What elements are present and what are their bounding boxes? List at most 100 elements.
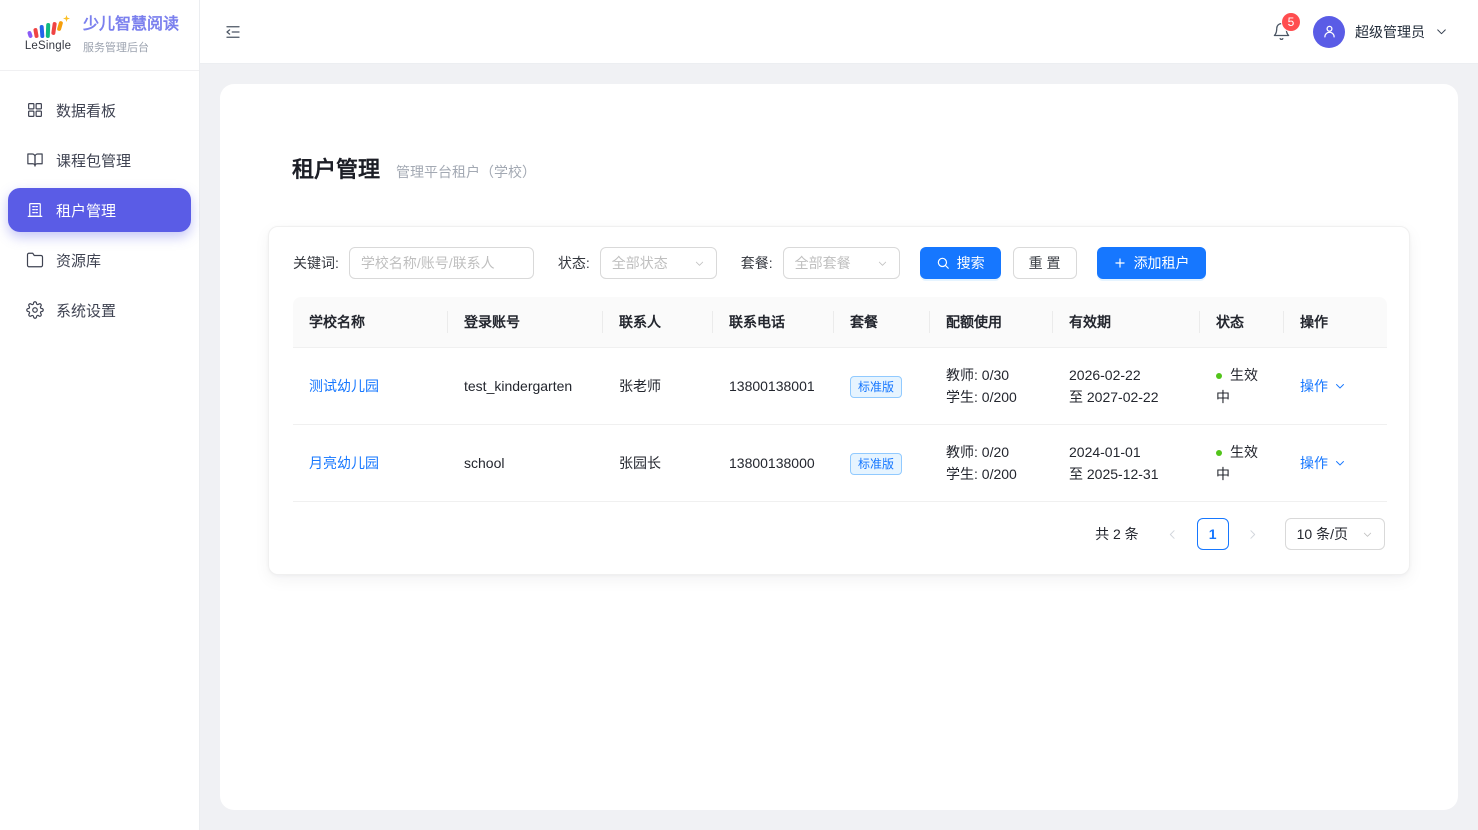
content-area: 租户管理 管理平台租户（学校） 关键词: 状态: 全部状态	[200, 64, 1478, 830]
page-card: 租户管理 管理平台租户（学校） 关键词: 状态: 全部状态	[220, 84, 1458, 810]
phone-cell: 13800138001	[713, 348, 834, 425]
sidebar-item-course-packages[interactable]: 课程包管理	[8, 138, 191, 182]
pagination-total: 共 2 条	[1095, 524, 1139, 544]
page-size-select[interactable]: 10 条/页	[1285, 518, 1385, 550]
status-badge: 生效中	[1216, 444, 1258, 482]
logo-bars-icon	[28, 18, 68, 38]
reset-button[interactable]: 重 置	[1013, 247, 1077, 279]
menu-fold-icon	[224, 23, 242, 41]
sidebar-item-label: 课程包管理	[56, 150, 131, 171]
plan-select-value: 全部套餐	[795, 253, 851, 273]
building-icon	[26, 201, 44, 219]
sidebar-item-label: 系统设置	[56, 300, 116, 321]
account-cell: school	[448, 425, 603, 502]
add-tenant-button[interactable]: 添加租户	[1097, 247, 1206, 279]
status-dot	[1216, 373, 1222, 379]
quota-cell: 教师: 0/20 学生: 0/200	[930, 425, 1053, 502]
sidebar-item-tenants[interactable]: 租户管理	[8, 188, 191, 232]
validity-cell: 2026-02-22 至 2027-02-22	[1053, 348, 1200, 425]
col-phone: 联系电话	[713, 297, 834, 348]
dashboard-icon	[26, 101, 44, 119]
school-name-link[interactable]: 测试幼儿园	[309, 378, 379, 394]
row-actions-dropdown[interactable]: 操作	[1300, 452, 1346, 474]
status-select-value: 全部状态	[612, 253, 668, 273]
status-filter-group: 状态: 全部状态	[558, 247, 717, 279]
chevron-left-icon	[1166, 528, 1179, 541]
page-subtitle: 管理平台租户（学校）	[396, 162, 536, 182]
avatar	[1313, 16, 1345, 48]
notification-badge: 5	[1282, 13, 1300, 31]
sidebar-collapse-button[interactable]	[224, 23, 242, 41]
chevron-down-icon	[1362, 529, 1373, 540]
keyword-filter-group: 关键词:	[293, 247, 534, 279]
plan-select[interactable]: 全部套餐	[783, 247, 900, 279]
user-name: 超级管理员	[1355, 22, 1425, 42]
sidebar-item-resources[interactable]: 资源库	[8, 238, 191, 282]
tenant-panel: 关键词: 状态: 全部状态 套餐:	[268, 226, 1410, 575]
sidebar-item-label: 租户管理	[56, 200, 116, 221]
contact-cell: 张园长	[603, 425, 713, 502]
col-status: 状态	[1200, 297, 1284, 348]
sidebar-item-label: 资源库	[56, 250, 101, 271]
page-title-row: 租户管理 管理平台租户（学校）	[292, 152, 1386, 184]
sidebar-item-label: 数据看板	[56, 100, 116, 121]
main-area: 5 超级管理员 租户管理 管理平台租户（学校）	[200, 0, 1478, 830]
quota-cell: 教师: 0/30 学生: 0/200	[930, 348, 1053, 425]
col-school-name: 学校名称	[293, 297, 448, 348]
pagination: 共 2 条 1 10 条/页	[293, 518, 1385, 550]
topbar: 5 超级管理员	[200, 0, 1478, 64]
school-name-link[interactable]: 月亮幼儿园	[309, 455, 379, 471]
status-select[interactable]: 全部状态	[600, 247, 717, 279]
pagination-page-1[interactable]: 1	[1197, 518, 1229, 550]
filter-bar: 关键词: 状态: 全部状态 套餐:	[293, 247, 1385, 279]
sidebar-item-settings[interactable]: 系统设置	[8, 288, 191, 332]
user-icon	[1321, 23, 1338, 40]
pagination-next-button[interactable]	[1237, 518, 1269, 550]
pagination-prev-button[interactable]	[1157, 518, 1189, 550]
chevron-down-icon	[877, 258, 888, 269]
tenant-table: 学校名称 登录账号 联系人 联系电话 套餐 配额使用 有效期 状态 操作	[293, 297, 1387, 502]
search-button[interactable]: 搜索	[920, 247, 1001, 279]
chevron-down-icon	[1435, 25, 1448, 38]
status-cell: 生效中	[1200, 348, 1284, 425]
page-title: 租户管理	[292, 152, 380, 184]
brand-text: 少儿智慧阅读 服务管理后台	[83, 15, 179, 54]
col-validity: 有效期	[1053, 297, 1200, 348]
notifications-button[interactable]: 5	[1272, 22, 1291, 41]
chevron-down-icon	[1334, 380, 1346, 392]
plan-filter-group: 套餐: 全部套餐	[741, 247, 900, 279]
plan-label: 套餐:	[741, 253, 773, 273]
plus-icon	[1113, 256, 1127, 270]
chevron-right-icon	[1246, 528, 1259, 541]
sidebar-menu: 数据看板 课程包管理 租户管理 资源库 系统设置	[0, 71, 199, 349]
validity-cell: 2024-01-01 至 2025-12-31	[1053, 425, 1200, 502]
logo-mark-icon: LeSingle	[24, 18, 72, 52]
col-login-account: 登录账号	[448, 297, 603, 348]
page-size-value: 10 条/页	[1297, 524, 1348, 544]
account-cell: test_kindergarten	[448, 348, 603, 425]
row-actions-dropdown[interactable]: 操作	[1300, 375, 1346, 397]
status-cell: 生效中	[1200, 425, 1284, 502]
status-badge: 生效中	[1216, 367, 1258, 405]
table-header-row: 学校名称 登录账号 联系人 联系电话 套餐 配额使用 有效期 状态 操作	[293, 297, 1387, 348]
topbar-right: 5 超级管理员	[1272, 16, 1448, 48]
col-contact: 联系人	[603, 297, 713, 348]
status-label: 状态:	[558, 253, 590, 273]
chevron-down-icon	[694, 258, 705, 269]
folder-icon	[26, 251, 44, 269]
user-menu[interactable]: 超级管理员	[1313, 16, 1448, 48]
logo-wordmark: LeSingle	[25, 40, 71, 52]
brand-title: 少儿智慧阅读	[83, 15, 179, 34]
col-plan: 套餐	[834, 297, 930, 348]
phone-cell: 13800138000	[713, 425, 834, 502]
sidebar-item-dashboard[interactable]: 数据看板	[8, 88, 191, 132]
brand-subtitle: 服务管理后台	[83, 39, 179, 55]
table-row: 测试幼儿园 test_kindergarten 张老师 13800138001 …	[293, 348, 1387, 425]
keyword-input[interactable]	[349, 247, 534, 279]
chevron-down-icon	[1334, 457, 1346, 469]
contact-cell: 张老师	[603, 348, 713, 425]
brand-logo: LeSingle 少儿智慧阅读 服务管理后台	[0, 0, 199, 71]
keyword-label: 关键词:	[293, 253, 339, 273]
gear-icon	[26, 301, 44, 319]
sidebar: LeSingle 少儿智慧阅读 服务管理后台 数据看板 课程包管理 租户管理	[0, 0, 200, 830]
